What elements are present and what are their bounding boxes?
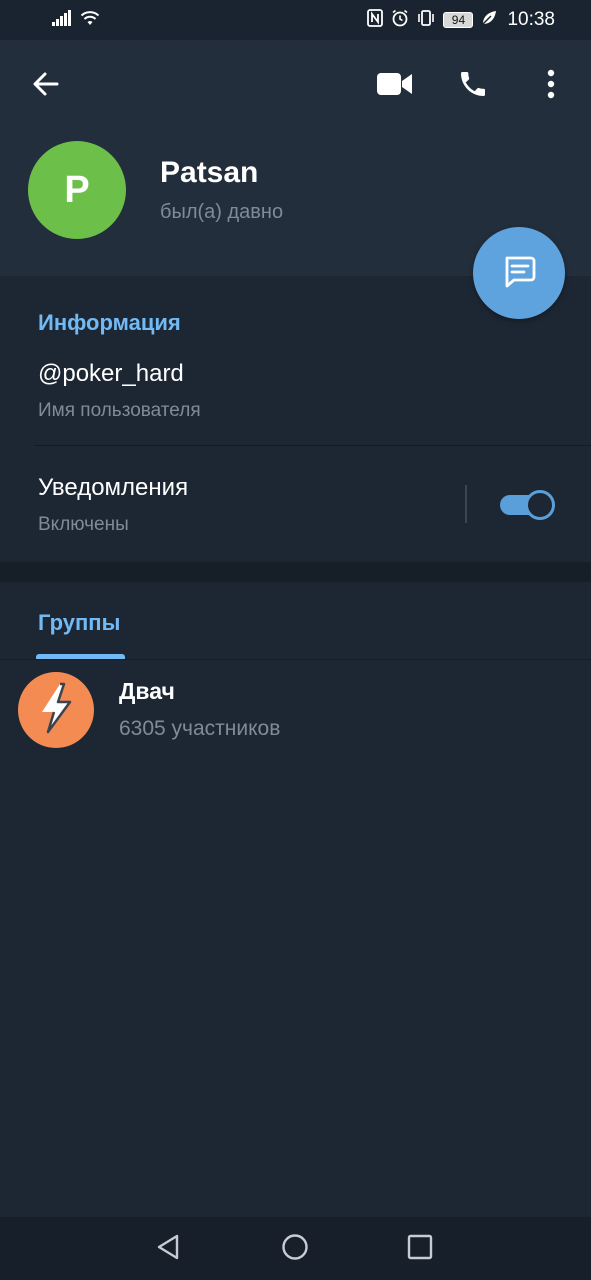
alarm-icon bbox=[391, 9, 409, 32]
recents-square-icon bbox=[407, 1234, 433, 1265]
profile-name: Patsan bbox=[160, 156, 259, 189]
tab-groups[interactable]: Группы bbox=[38, 610, 120, 636]
info-section-title: Информация bbox=[38, 310, 181, 335]
home-circle-icon bbox=[281, 1233, 309, 1266]
wifi-icon bbox=[80, 10, 100, 31]
divider bbox=[34, 445, 591, 446]
clock: 10:38 bbox=[507, 9, 555, 30]
lightning-icon bbox=[34, 682, 78, 739]
send-message-button[interactable] bbox=[473, 227, 565, 319]
signal-icon bbox=[52, 9, 72, 31]
more-button[interactable] bbox=[529, 64, 573, 108]
system-nav-bar bbox=[0, 1217, 591, 1280]
avatar[interactable]: P bbox=[28, 141, 126, 239]
toggle-knob bbox=[525, 490, 555, 520]
video-call-button[interactable] bbox=[373, 64, 417, 108]
status-left bbox=[52, 9, 100, 31]
group-members-count: 6305 участников bbox=[119, 717, 281, 740]
more-vertical-icon bbox=[547, 69, 555, 104]
last-seen-status: был(а) давно bbox=[160, 201, 284, 223]
username-value: @poker_hard bbox=[38, 360, 184, 387]
list-item[interactable]: Двач 6305 участников bbox=[0, 662, 591, 754]
battery-icon: 94 bbox=[443, 12, 474, 28]
notifications-status: Включены bbox=[38, 514, 129, 535]
back-triangle-icon bbox=[155, 1233, 181, 1266]
phone-icon bbox=[457, 68, 489, 105]
vibrate-icon bbox=[417, 9, 435, 32]
info-section: Информация @poker_hard Имя пользователя … bbox=[0, 276, 591, 562]
group-avatar bbox=[18, 672, 94, 748]
arrow-left-icon bbox=[31, 69, 61, 104]
nfc-icon bbox=[367, 8, 384, 32]
nav-back-button[interactable] bbox=[148, 1229, 188, 1269]
groups-tab-bar: Группы bbox=[0, 582, 591, 662]
leaf-icon bbox=[481, 10, 497, 31]
group-name: Двач bbox=[119, 678, 175, 704]
notifications-toggle[interactable] bbox=[500, 488, 557, 522]
status-right: 94 10:38 bbox=[367, 8, 555, 32]
section-gap bbox=[0, 562, 591, 582]
vertical-separator bbox=[465, 485, 467, 523]
notifications-label: Уведомления bbox=[38, 474, 189, 501]
video-camera-icon bbox=[376, 71, 414, 102]
back-button[interactable] bbox=[24, 64, 68, 108]
status-bar: 94 10:38 bbox=[0, 0, 591, 40]
nav-recents-button[interactable] bbox=[400, 1229, 440, 1269]
nav-home-button[interactable] bbox=[275, 1229, 315, 1269]
voice-call-button[interactable] bbox=[451, 64, 495, 108]
username-label: Имя пользователя bbox=[38, 400, 201, 421]
message-icon bbox=[500, 252, 538, 295]
tab-divider bbox=[0, 659, 591, 660]
